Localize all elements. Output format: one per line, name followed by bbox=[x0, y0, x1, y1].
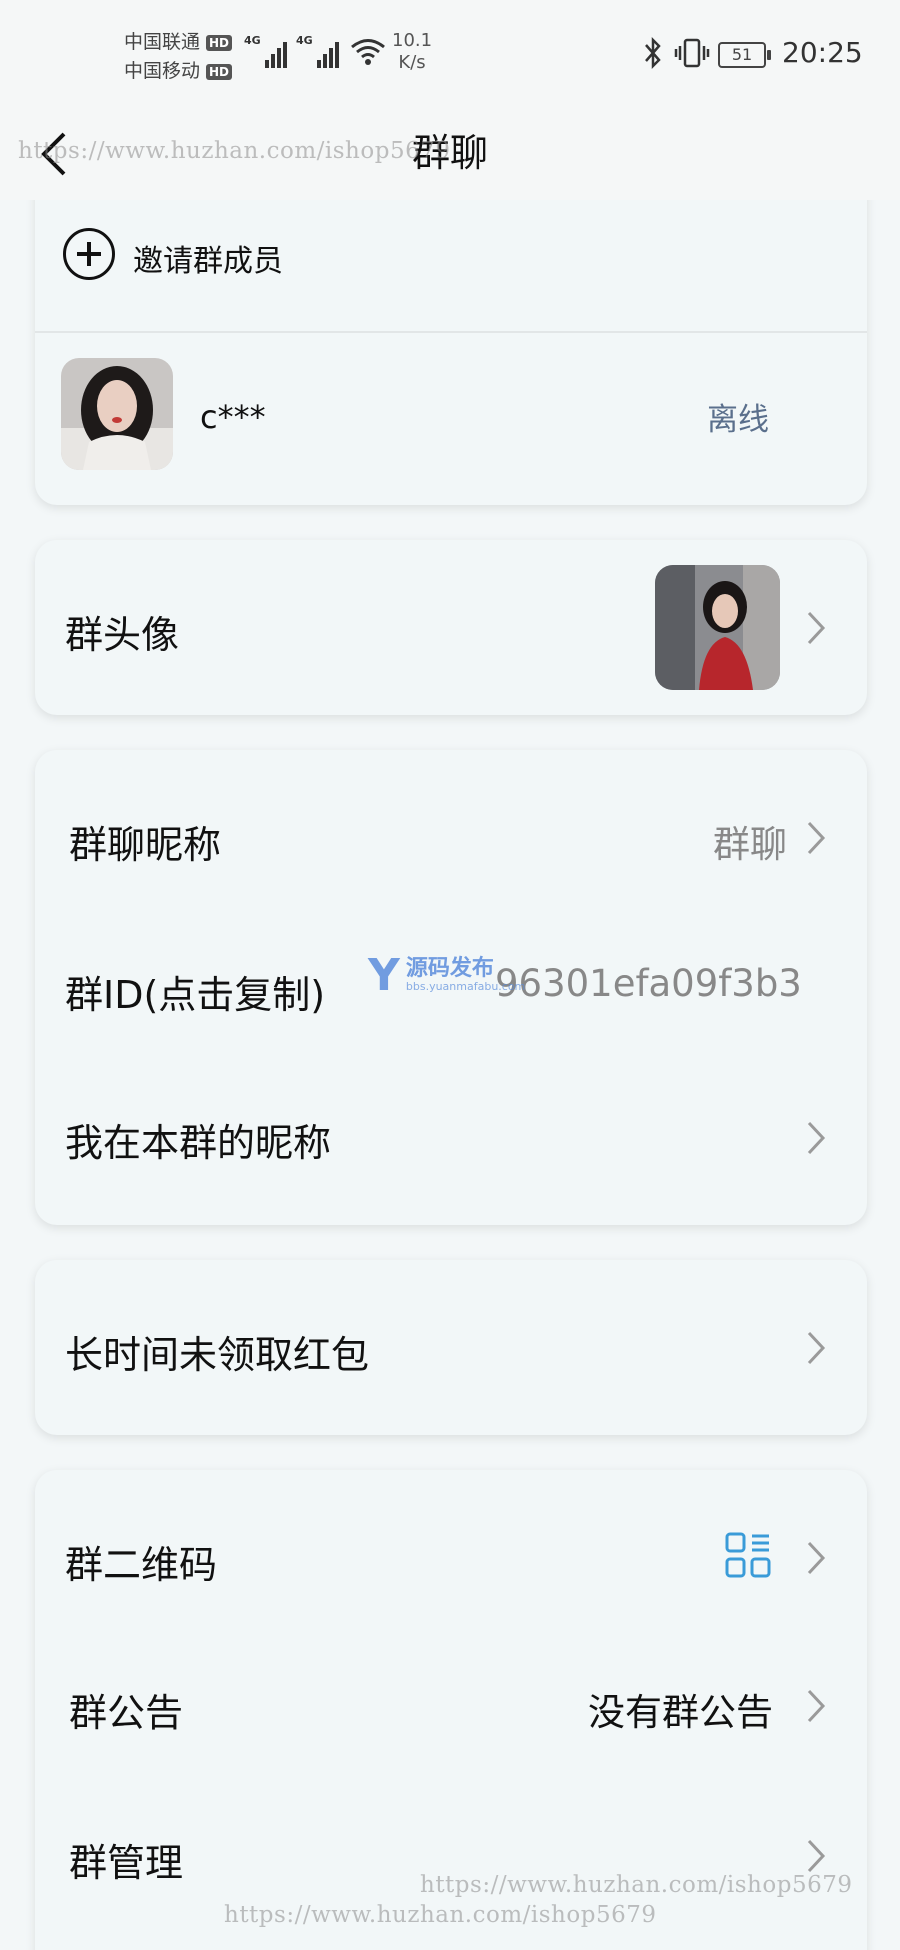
unclaimed-redpacket-label: 长时间未领取红包 bbox=[65, 1333, 370, 1377]
wifi-icon bbox=[351, 39, 385, 65]
chevron-right-icon bbox=[807, 1331, 826, 1365]
group-qr-row[interactable]: 群二维码 bbox=[35, 1470, 867, 1620]
network-speed: 10.1 K/s bbox=[392, 30, 433, 73]
hd-badge: HD bbox=[206, 63, 233, 80]
signal-2-icon: 4G bbox=[296, 34, 339, 68]
group-id-value: 96301efa09f3b3 bbox=[495, 962, 802, 1005]
unclaimed-redpacket-row[interactable]: 长时间未领取红包 bbox=[35, 1260, 867, 1435]
group-avatar-image bbox=[655, 565, 780, 690]
group-avatar-label: 群头像 bbox=[65, 613, 180, 657]
qr-code-icon bbox=[725, 1532, 771, 1578]
chevron-right-icon bbox=[807, 1839, 826, 1873]
invite-members-label: 邀请群成员 bbox=[133, 244, 283, 279]
status-bar: 中国联通 HD 中国移动 HD 4G 4G 10.1 K/s 51 20:25 bbox=[0, 0, 900, 110]
chevron-right-icon bbox=[807, 1121, 826, 1155]
clock: 20:25 bbox=[782, 36, 863, 69]
vibrate-icon bbox=[674, 38, 710, 68]
plus-circle-icon bbox=[63, 228, 115, 280]
group-avatar-row[interactable]: 群头像 bbox=[35, 540, 867, 715]
members-card: 邀请群成员 c*** 离线 bbox=[35, 150, 867, 505]
group-nickname-row[interactable]: 群聊昵称 群聊 bbox=[35, 750, 867, 890]
battery-icon: 51 bbox=[718, 42, 771, 68]
chevron-right-icon bbox=[807, 821, 826, 855]
watermark-url-bottom-1: https://www.huzhan.com/ishop5679 bbox=[420, 1872, 853, 1898]
group-qr-label: 群二维码 bbox=[65, 1543, 218, 1587]
group-notice-label: 群公告 bbox=[69, 1691, 184, 1735]
carrier-1: 中国联通 bbox=[124, 31, 201, 53]
chevron-right-icon bbox=[807, 1541, 826, 1575]
hd-badge: HD bbox=[206, 34, 233, 51]
watermark-logo: Y 源码发布 bbs.yuanmafabu.com bbox=[368, 950, 526, 1001]
chevron-right-icon bbox=[807, 1689, 826, 1723]
member-name: c*** bbox=[200, 398, 266, 436]
group-notice-row[interactable]: 群公告 没有群公告 bbox=[35, 1620, 867, 1770]
signal-1-icon: 4G bbox=[244, 34, 287, 68]
group-nickname-label: 群聊昵称 bbox=[69, 823, 222, 867]
group-notice-value: 没有群公告 bbox=[588, 1691, 773, 1734]
group-manage-label: 群管理 bbox=[69, 1841, 184, 1885]
member-avatar[interactable] bbox=[61, 358, 173, 470]
watermark-url-bottom-2: https://www.huzhan.com/ishop5679 bbox=[224, 1902, 657, 1928]
chevron-right-icon bbox=[807, 611, 826, 645]
group-id-label: 群ID(点击复制) bbox=[65, 973, 326, 1017]
group-nickname-value: 群聊 bbox=[713, 823, 787, 866]
carrier-2: 中国移动 bbox=[124, 60, 201, 82]
watermark-url-top: https://www.huzhan.com/ishop5679 bbox=[18, 138, 451, 164]
member-status: 离线 bbox=[707, 402, 769, 438]
carrier-info: 中国联通 HD 中国移动 HD bbox=[124, 28, 233, 86]
bluetooth-icon bbox=[645, 36, 661, 70]
my-nickname-label: 我在本群的昵称 bbox=[65, 1121, 332, 1165]
my-nickname-row[interactable]: 我在本群的昵称 bbox=[35, 1050, 867, 1190]
